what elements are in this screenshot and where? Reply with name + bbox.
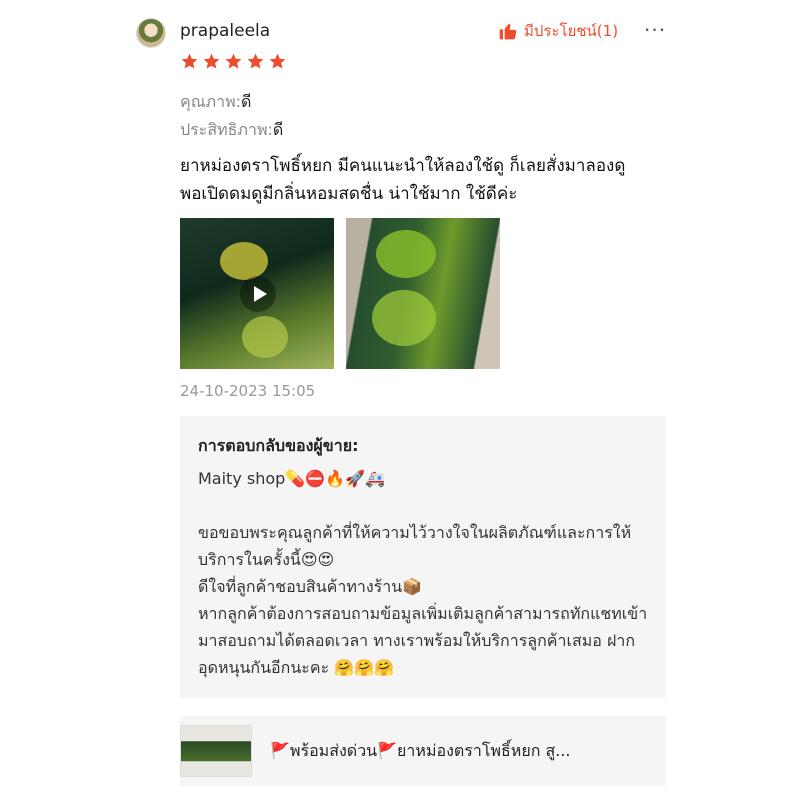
star-icon xyxy=(203,53,220,69)
attribute-value: ดี xyxy=(272,120,284,139)
seller-reply-title: การตอบกลับของผู้ขาย: xyxy=(198,436,359,455)
more-options-icon[interactable]: ··· xyxy=(644,18,666,42)
product-graphic xyxy=(376,230,436,278)
video-thumbnail[interactable] xyxy=(180,218,334,369)
star-icon xyxy=(181,53,198,69)
seller-reply-text: Maity shop💊⛔🔥🚀🚑 ขอขอบพระคุณลูกค้าที่ให้ค… xyxy=(198,469,648,677)
helpful-button[interactable]: มีประโยชน์(1) xyxy=(498,19,618,43)
product-link[interactable]: 🚩พร้อมส่งด่วน🚩ยาหม่องตราโพธิ์หยก สู... xyxy=(180,716,666,786)
helpful-label: มีประโยชน์(1) xyxy=(524,22,619,40)
attribute-quality: คุณภาพ:ดี xyxy=(180,90,251,115)
thumbs-up-icon xyxy=(499,23,517,40)
star-icon xyxy=(225,53,242,69)
attribute-effectiveness: ประสิทธิภาพ:ดี xyxy=(180,118,283,143)
star-rating xyxy=(180,52,287,71)
seller-reply: การตอบกลับของผู้ขาย: Maity shop💊⛔🔥🚀🚑 ขอข… xyxy=(180,416,666,698)
product-title: 🚩พร้อมส่งด่วน🚩ยาหม่องตราโพธิ์หยก สู... xyxy=(270,740,571,760)
review-timestamp: 24-10-2023 15:05 xyxy=(180,382,316,400)
image-thumbnail[interactable] xyxy=(346,218,500,369)
product-image xyxy=(180,725,252,777)
username[interactable]: prapaleela xyxy=(180,21,270,41)
play-icon[interactable] xyxy=(240,276,276,312)
review-text: ยาหม่องตราโพธิ์หยก มีคนแนะนำให้ลองใช้ดู … xyxy=(180,156,626,204)
product-graphic xyxy=(220,242,268,280)
avatar[interactable] xyxy=(136,18,166,48)
attribute-label: ประสิทธิภาพ: xyxy=(180,120,273,139)
product-graphic xyxy=(372,290,436,346)
attribute-value: ดี xyxy=(241,92,252,111)
product-graphic xyxy=(242,316,288,358)
attribute-label: คุณภาพ: xyxy=(180,92,242,111)
star-icon xyxy=(269,53,286,69)
star-icon xyxy=(247,53,264,69)
review-header: prapaleela มีประโยชน์(1) ··· xyxy=(136,16,666,50)
review-media xyxy=(180,218,500,369)
